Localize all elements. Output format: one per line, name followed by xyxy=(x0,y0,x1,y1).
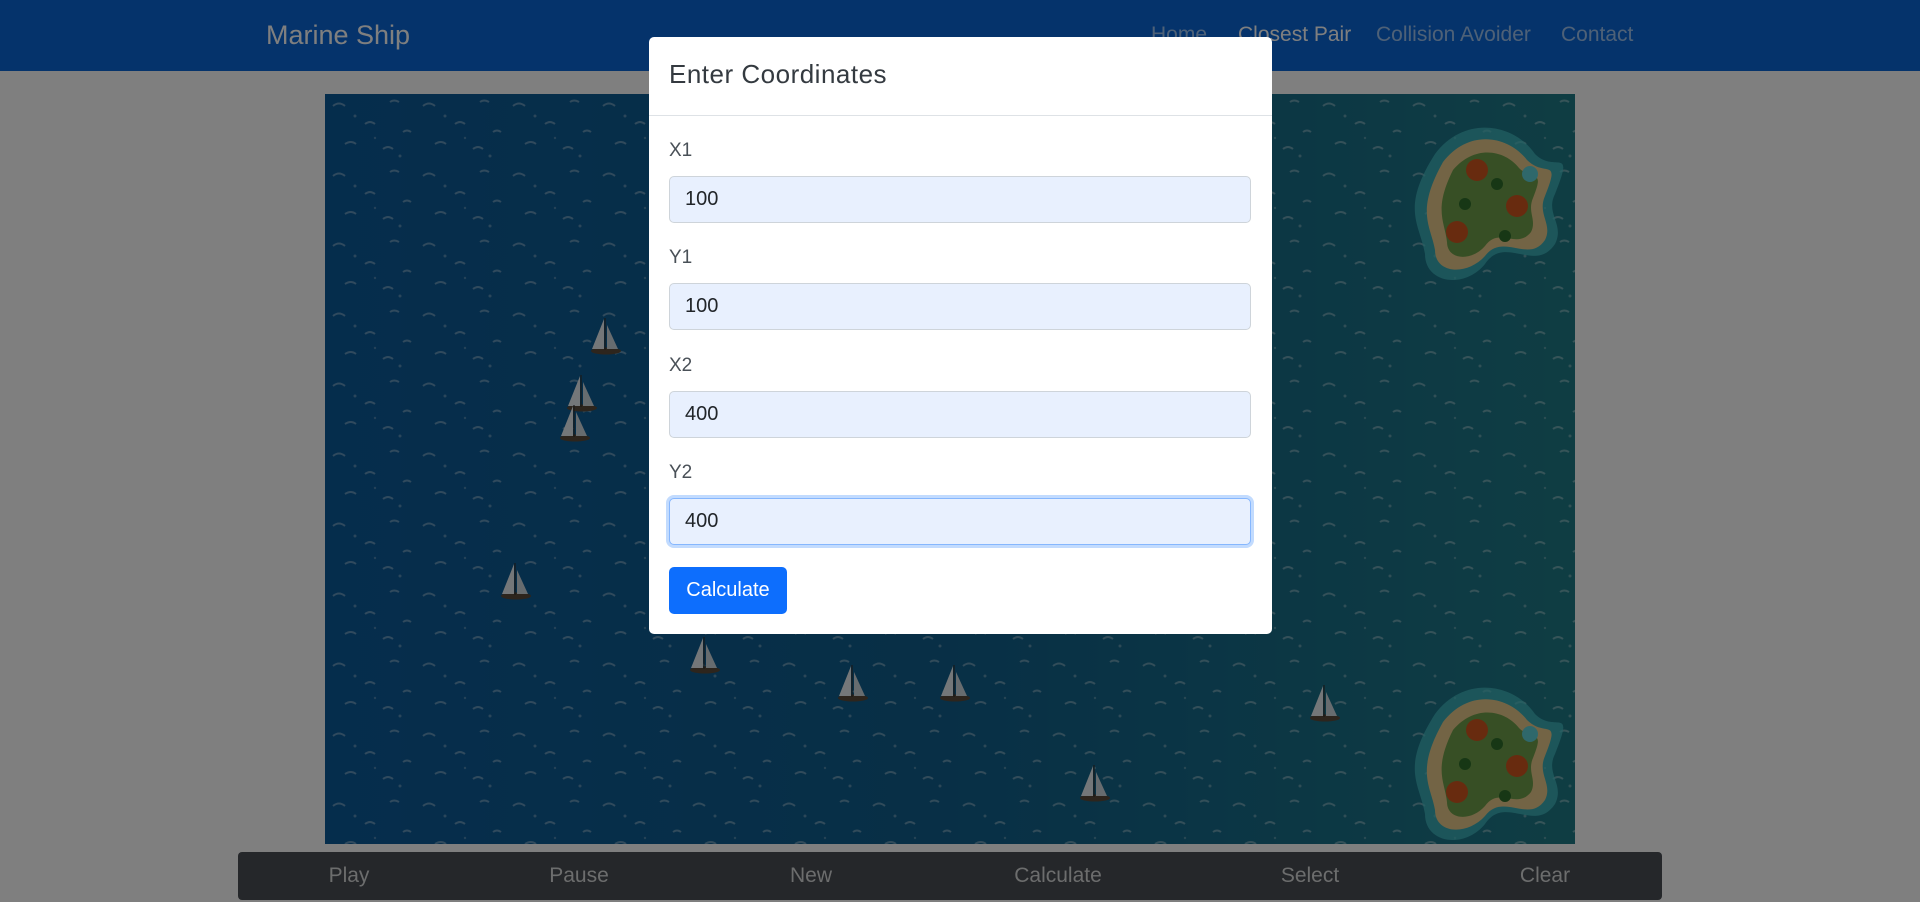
y2-label: Y2 xyxy=(669,462,693,483)
coordinates-modal: Enter Coordinates X1 Y1 X2 Y2 Calculate xyxy=(649,37,1272,634)
x2-input[interactable] xyxy=(669,391,1251,438)
x2-label: X2 xyxy=(669,355,693,376)
modal-title: Enter Coordinates xyxy=(669,59,888,89)
calculate-submit-button[interactable]: Calculate xyxy=(669,567,787,614)
x1-input[interactable] xyxy=(669,176,1251,223)
modal-header: Enter Coordinates xyxy=(649,37,1272,116)
x1-label: X1 xyxy=(669,140,693,161)
y2-input[interactable] xyxy=(669,498,1251,545)
y1-label: Y1 xyxy=(669,247,693,268)
y1-input[interactable] xyxy=(669,283,1251,330)
